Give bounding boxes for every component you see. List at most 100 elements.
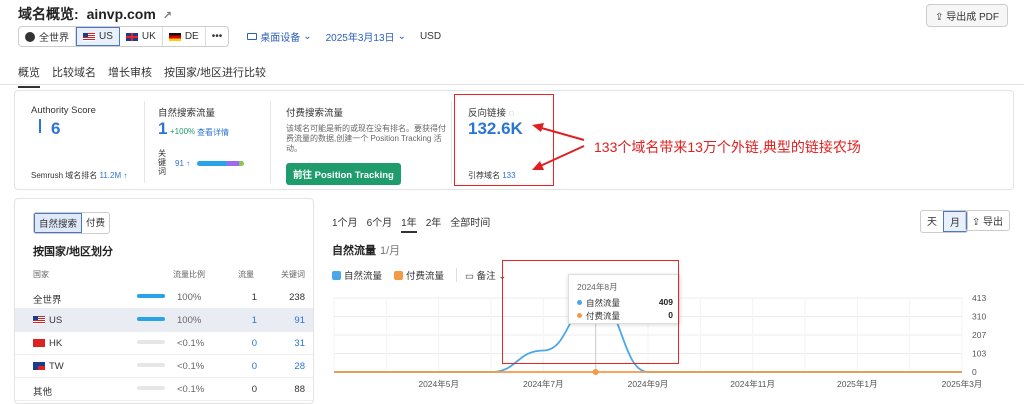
external-link-icon[interactable]: ↗ [163,10,172,22]
region-de[interactable]: DE [163,27,206,46]
region-us[interactable]: US [76,27,120,46]
rank-value[interactable]: 11.2M ↑ [99,171,127,180]
semrush-rank: Semrush 域名排名 11.2M ↑ [31,170,127,181]
chevron-down-icon: ⌄ [303,31,312,42]
share-value: 100% [177,315,202,326]
keywords-value: 238 [289,292,305,303]
currency-label[interactable]: USD [420,31,441,42]
annotation-arrows [532,123,585,170]
search-type-toggle: 自然搜索 付费 [33,212,111,234]
y-tick-label: 0 [972,367,977,377]
chevron-down-icon: ⌄ [397,31,406,42]
more-regions-button[interactable]: ••• [206,27,229,46]
traffic-value[interactable]: 0 [252,361,257,372]
traffic-value[interactable]: 0 [252,338,257,349]
region-worldwide[interactable]: 全世界 [19,27,76,46]
flag-uk-icon [125,32,138,41]
country-name: US [49,315,63,326]
country-panel: 自然搜索 付费 按国家/地区划分 国家 流量比例 流量 关键词 全世界 100% 1… [14,198,314,404]
share-bar [137,386,165,390]
table-row[interactable]: 其他 <0.1% 0 88 [15,377,313,400]
divider [0,84,1024,85]
table-row[interactable]: HK <0.1% 0 31 [15,331,313,354]
keywords-label: 关 键 词 [158,149,166,176]
country-name: HK [49,338,63,349]
country-section-title: 按国家/地区划分 [33,246,114,258]
y-tick-label: 207 [972,330,986,340]
col-share[interactable]: 流量比例 [173,269,205,280]
position-tracking-button[interactable]: 前往 Position Tracking [286,163,401,185]
device-label: 桌面设备 [260,33,301,44]
x-tick-label: 2024年5月 [418,379,459,389]
view-details-link[interactable]: 查看详情 [197,127,229,138]
organic-change: +100% [170,127,196,136]
share-value: 100% [177,292,202,303]
x-tick-label: 2024年9月 [628,379,669,389]
flag-us-icon [33,316,45,324]
keywords-value[interactable]: 91 [294,315,305,326]
rank-label: Semrush 域名排名 [31,171,98,180]
share-value: <0.1% [177,338,205,349]
traffic-value: 0 [251,384,257,395]
row-divider [15,400,313,401]
share-bar [137,340,165,344]
toggle-paid[interactable]: 付费 [82,213,109,233]
col-keywords[interactable]: 关键词 [281,269,305,280]
table-row[interactable]: 全世界 100% 1 238 [15,285,313,308]
region-label: US [99,31,113,42]
globe-icon [25,31,35,42]
keywords-value[interactable]: 28 [294,361,305,372]
export-pdf-button[interactable]: ⇪ 导出成 PDF [926,4,1008,27]
table-row[interactable]: US 100% 1 91 [15,308,313,331]
page-title: 域名概览: ainvp.com ↗ [18,4,172,24]
col-traffic[interactable]: 流量 [238,269,254,280]
device-dropdown[interactable]: 桌面设备 ⌄ [247,29,312,44]
monitor-icon [247,33,258,40]
toggle-organic[interactable]: 自然搜索 [34,213,83,233]
organic-traffic-card: 自然搜索流量 1 +100% 查看详情 关 键 词 91 ↑ [145,91,270,189]
table-row[interactable]: TW <0.1% 0 28 [15,354,313,377]
flag-de-icon [168,32,181,41]
region-label: DE [184,31,199,42]
share-value: <0.1% [177,361,205,372]
share-value: <0.1% [177,384,205,395]
x-tick-label: 2025年3月 [942,379,983,389]
keywords-value[interactable]: 31 [294,338,305,349]
domain-name[interactable]: ainvp.com [87,6,156,22]
authority-score-value[interactable]: 6 [51,119,60,139]
more-label: ••• [211,31,223,42]
paid-traffic-card: 付费搜索流量 该域名可能是新的或现在没有排名。要获得付费流量的数据,创建一个 P… [271,91,451,189]
title-label: 域名概览: [18,6,79,22]
x-tick-label: 2024年11月 [730,379,775,389]
x-tick-label: 2025年1月 [837,379,878,389]
export-pdf-label: 导出成 PDF [946,12,999,23]
annotation-box [502,260,679,364]
score-indicator [39,119,41,133]
region-uk[interactable]: UK [120,27,163,46]
flag-tw-icon [33,362,45,370]
keywords-value: 88 [294,384,305,395]
region-label: UK [141,31,156,42]
annotation-text: 133个域名带来13万个外链,典型的链接农场 [594,139,861,155]
keywords-value[interactable]: 91 ↑ [175,159,190,168]
date-label: 2025年3月13日 [325,33,395,44]
y-tick-label: 310 [972,312,986,322]
x-tick-label: 2024年7月 [523,379,564,389]
date-dropdown[interactable]: 2025年3月13日 ⌄ [326,29,406,44]
country-name: 全世界 [33,295,62,306]
paid-traffic-description: 该域名可能是新的或现在没有排名。要获得付费流量的数据,创建一个 Position… [286,124,446,153]
paid-traffic-label: 付费搜索流量 [286,108,344,119]
share-bar [137,294,165,298]
authority-score-label[interactable]: Authority Score [31,105,96,116]
organic-traffic-value[interactable]: 1 [158,119,167,139]
region-label: 全世界 [39,33,69,44]
country-name: TW [49,361,64,372]
authority-score-card: Authority Score 6 Semrush 域名排名 11.2M ↑ [15,91,145,189]
col-country[interactable]: 国家 [33,269,49,280]
y-tick-label: 413 [972,293,986,303]
traffic-value[interactable]: 1 [252,315,257,326]
share-bar [137,363,165,367]
series-point [592,369,599,375]
filter-bar: 全世界 US UK DE ••• 桌面设备 ⌄ 2025年3月13日 ⌄ USD [18,26,441,47]
traffic-value: 1 [251,292,257,303]
